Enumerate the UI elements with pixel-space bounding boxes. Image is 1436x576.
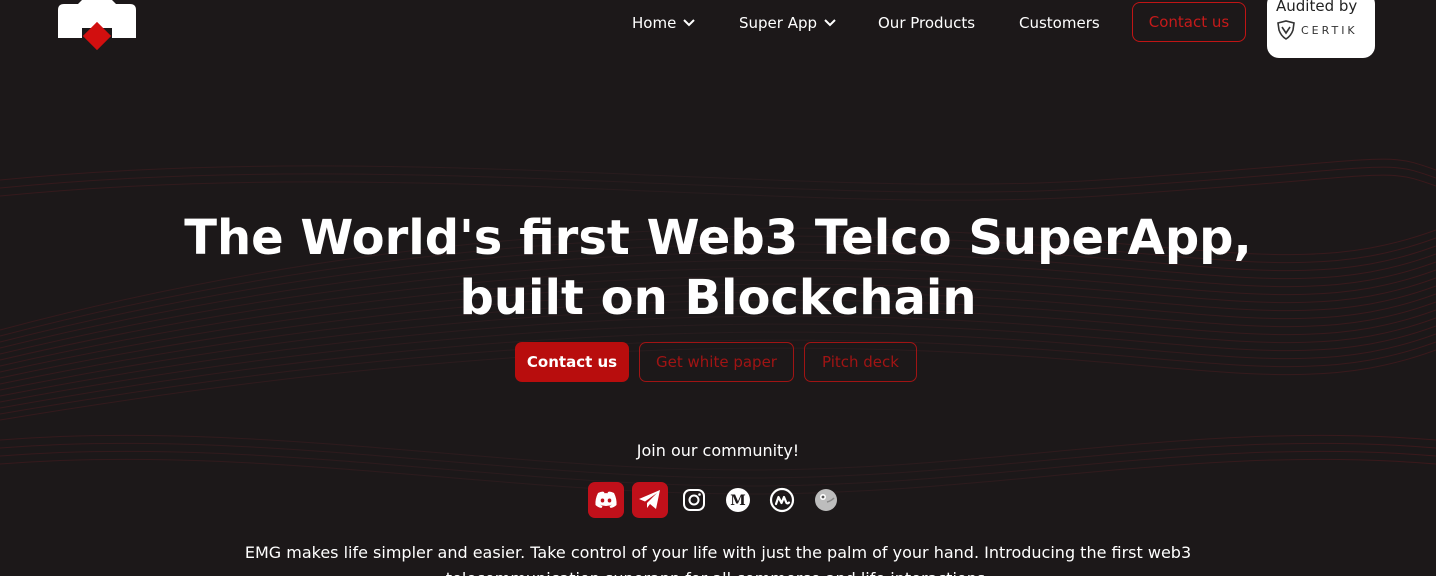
audited-by-label: Audited by bbox=[1276, 0, 1358, 15]
main-nav: Home Super App Our Products Customers Co… bbox=[0, 0, 1436, 60]
chevron-down-icon bbox=[683, 19, 696, 27]
social-links: M bbox=[0, 482, 1436, 518]
nav-item-home[interactable]: Home bbox=[632, 12, 696, 34]
chevron-down-icon bbox=[824, 19, 836, 27]
landing-page: Home Super App Our Products Customers Co… bbox=[0, 0, 1436, 576]
get-white-paper-button[interactable]: Get white paper bbox=[639, 342, 794, 382]
svg-text:M: M bbox=[730, 493, 746, 509]
certik-brand: CERTIK bbox=[1276, 20, 1358, 40]
instagram-icon[interactable] bbox=[676, 482, 712, 518]
coinmarketcap-icon[interactable] bbox=[764, 482, 800, 518]
nav-item-label: Home bbox=[632, 14, 677, 32]
pitch-deck-button[interactable]: Pitch deck bbox=[804, 342, 917, 382]
coingecko-icon[interactable] bbox=[808, 482, 844, 518]
nav-contact-button[interactable]: Contact us bbox=[1132, 2, 1246, 42]
telegram-icon[interactable] bbox=[632, 482, 668, 518]
hero-title: The World's first Web3 Telco SuperApp, b… bbox=[0, 208, 1436, 328]
certik-shield-icon bbox=[1277, 20, 1295, 40]
medium-icon[interactable]: M bbox=[720, 482, 756, 518]
nav-item-our-products[interactable]: Our Products bbox=[878, 12, 975, 34]
contact-us-button[interactable]: Contact us bbox=[515, 342, 629, 382]
community-label: Join our community! bbox=[636, 441, 800, 460]
hero-cta-row: Contact us Get white paper Pitch deck bbox=[0, 342, 1436, 382]
nav-item-label: Super App bbox=[739, 14, 818, 32]
nav-item-customers[interactable]: Customers bbox=[1019, 12, 1100, 34]
nav-item-label: Our Products bbox=[878, 14, 976, 32]
hero-description: EMG makes life simpler and easier. Take … bbox=[244, 543, 1192, 576]
nav-item-label: Customers bbox=[1019, 14, 1100, 32]
hero-title-line-1: The World's first Web3 Telco SuperApp, bbox=[184, 210, 1252, 266]
hero-title-line-2: built on Blockchain bbox=[459, 270, 977, 326]
nav-item-super-app[interactable]: Super App bbox=[739, 12, 836, 34]
discord-icon[interactable] bbox=[588, 482, 624, 518]
certik-audit-badge[interactable]: Audited by CERTIK bbox=[1267, 0, 1375, 58]
certik-brand-text: CERTIK bbox=[1301, 23, 1358, 37]
